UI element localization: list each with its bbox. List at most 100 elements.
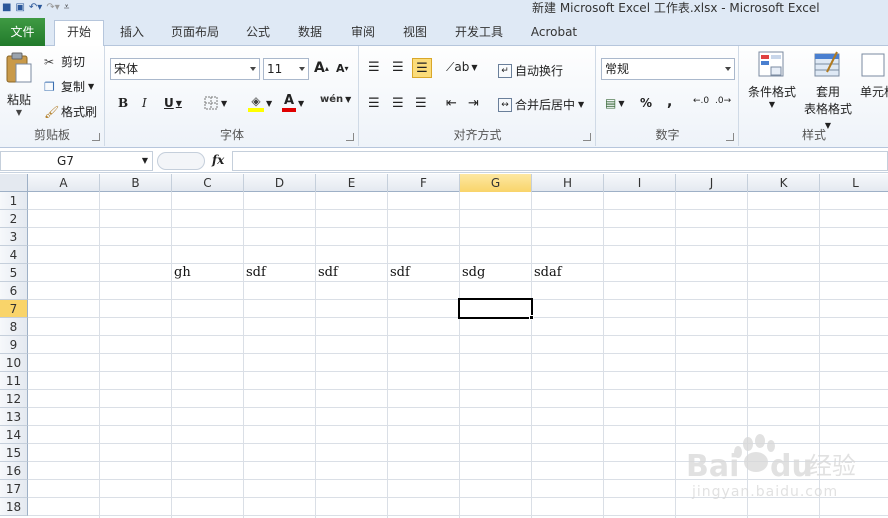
align-right-button[interactable]: ☰ [415,96,427,111]
italic-button[interactable]: I [142,96,147,110]
tab-acrobat[interactable]: Acrobat [524,21,584,46]
column-header-h[interactable]: H [532,174,604,192]
tab-formulas[interactable]: 公式 [238,21,278,46]
row-header-17[interactable]: 17 [0,480,28,498]
row-header-18[interactable]: 18 [0,498,28,516]
align-bottom-button[interactable]: ☰ [412,58,432,78]
dialog-launcher-icon[interactable] [583,133,591,141]
tab-review[interactable]: 审阅 [343,21,383,46]
tab-view[interactable]: 视图 [395,21,435,46]
percent-button[interactable]: % [640,96,652,110]
cell-d5[interactable]: sdf [244,264,316,282]
shrink-font-button[interactable]: A ▾ [336,62,349,75]
cell-grid[interactable]: gh sdf sdf sdf sdg sdaf [28,192,888,518]
borders-button[interactable]: ▼ [204,96,227,110]
gridline [819,192,820,518]
column-header-a[interactable]: A [28,174,100,192]
tab-file[interactable]: 文件 [0,18,45,46]
comma-button[interactable]: , [667,94,672,110]
align-left-button[interactable]: ☰ [368,96,380,111]
row-header-16[interactable]: 16 [0,462,28,480]
increase-indent-button[interactable]: ⇥ [468,96,479,111]
select-all-button[interactable] [0,174,28,192]
active-cell[interactable] [458,298,533,319]
accounting-format-button[interactable]: ▤ ▼ [605,96,625,110]
row-header-13[interactable]: 13 [0,408,28,426]
row-header-3[interactable]: 3 [0,228,28,246]
align-center-button[interactable]: ☰ [392,96,404,111]
column-header-d[interactable]: D [244,174,316,192]
align-middle-button[interactable]: ☰ [392,60,404,75]
column-header-g[interactable]: G [460,174,532,192]
format-as-table-button[interactable]: 套用 表格格式 ▼ [800,50,856,131]
underline-button[interactable]: U ▼ [164,96,182,110]
fill-handle[interactable] [529,315,534,320]
format-painter-button[interactable]: 🖌 格式刷 [44,103,97,120]
column-header-k[interactable]: K [748,174,820,192]
tab-insert[interactable]: 插入 [112,21,152,46]
redo-icon[interactable]: ↷▾ [46,2,59,14]
column-header-c[interactable]: C [172,174,244,192]
bold-button[interactable]: B [118,96,128,110]
font-color-button[interactable]: A ▼ [282,94,304,112]
conditional-formatting-button[interactable]: 条件格式 ▼ [744,50,800,109]
row-header-7[interactable]: 7 [0,300,28,318]
undo-icon[interactable]: ↶▾ [29,2,42,14]
name-box[interactable]: G7 ▼ [0,151,153,171]
table-format-icon [814,51,840,77]
insert-function-icon[interactable]: fx [212,153,224,167]
column-header-j[interactable]: J [676,174,748,192]
column-header-e[interactable]: E [316,174,388,192]
tab-data[interactable]: 数据 [290,21,330,46]
row-header-6[interactable]: 6 [0,282,28,300]
tab-page-layout[interactable]: 页面布局 [163,21,227,46]
row-header-11[interactable]: 11 [0,372,28,390]
cell-f5[interactable]: sdf [388,264,460,282]
cut-button[interactable]: ✂ 剪切 [44,53,85,70]
row-header-10[interactable]: 10 [0,354,28,372]
column-header-f[interactable]: F [388,174,460,192]
row-header-15[interactable]: 15 [0,444,28,462]
tab-developer[interactable]: 开发工具 [447,21,511,46]
row-header-9[interactable]: 9 [0,336,28,354]
number-format-select[interactable]: 常规 [601,58,735,80]
dialog-launcher-icon[interactable] [92,133,100,141]
row-header-12[interactable]: 12 [0,390,28,408]
customize-icon[interactable]: ⩡ [64,2,70,14]
row-header-8[interactable]: 8 [0,318,28,336]
phonetic-button[interactable]: wén ▼ [320,94,351,105]
increase-decimal-button[interactable]: ←.0 [693,96,709,106]
cell-c5[interactable]: gh [172,264,244,282]
cell-h5[interactable]: sdaf [532,264,604,282]
row-header-5[interactable]: 5 [0,264,28,282]
paste-button[interactable]: 粘贴 ▼ [3,52,35,117]
dialog-launcher-icon[interactable] [726,133,734,141]
save-icon[interactable]: ▣ [15,2,24,14]
row-header-2[interactable]: 2 [0,210,28,228]
decrease-indent-button[interactable]: ⇤ [446,96,457,111]
cell-g5[interactable]: sdg [460,264,532,282]
column-header-l[interactable]: L [820,174,888,192]
font-size-select[interactable]: 11 [263,58,309,80]
orientation-button[interactable]: ⟋ab ▼ [446,60,478,75]
excel-icon: ■ [2,1,12,13]
column-header-i[interactable]: I [604,174,676,192]
decrease-decimal-button[interactable]: .0→ [715,96,731,106]
column-header-b[interactable]: B [100,174,172,192]
cell-e5[interactable]: sdf [316,264,388,282]
row-header-1[interactable]: 1 [0,192,28,210]
formula-input[interactable] [232,151,888,171]
tab-home[interactable]: 开始 [54,20,104,47]
row-header-14[interactable]: 14 [0,426,28,444]
align-top-button[interactable]: ☰ [368,60,380,75]
formula-bar-splitter[interactable] [157,152,205,170]
grow-font-button[interactable]: A ▴ [314,60,329,76]
copy-button[interactable]: ❐ 复制 ▼ [44,78,94,95]
dialog-launcher-icon[interactable] [346,133,354,141]
wrap-text-button[interactable]: ↵ 自动换行 [498,62,563,79]
cell-styles-button[interactable]: 单元格 [860,50,888,100]
row-header-4[interactable]: 4 [0,246,28,264]
fill-color-button[interactable]: ◈ ▼ [248,94,272,112]
merge-center-button[interactable]: ↔ 合并后居中 ▼ [498,96,584,113]
font-family-select[interactable]: 宋体 [110,58,260,80]
